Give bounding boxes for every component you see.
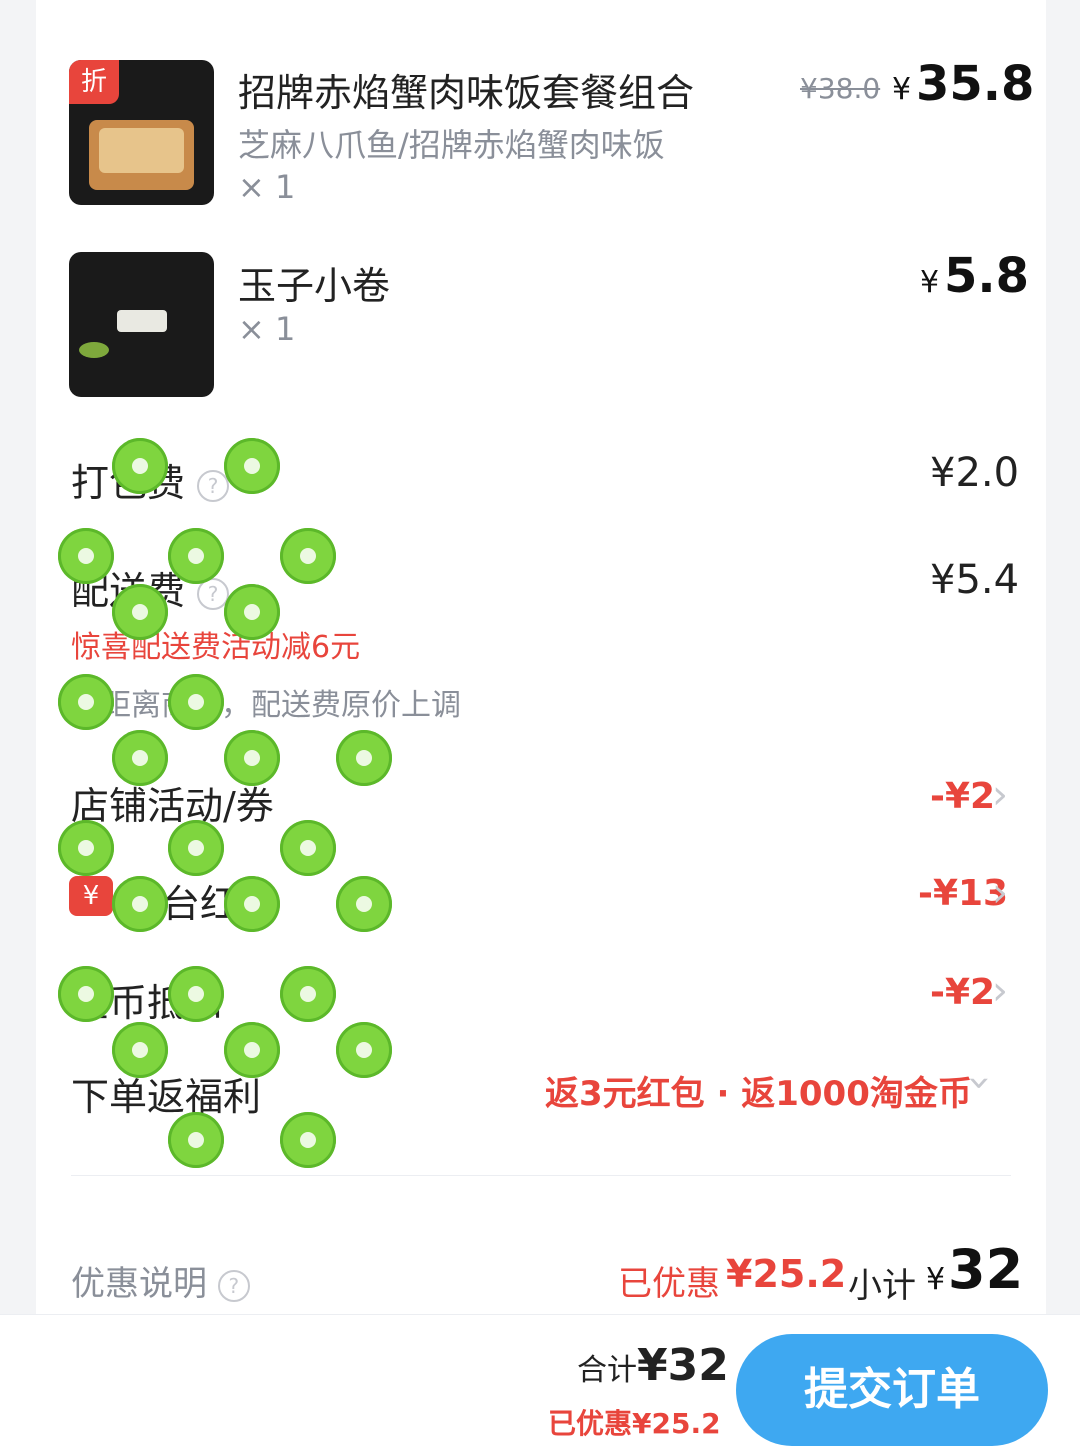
item-qty: × 1 <box>238 310 296 348</box>
item-image[interactable] <box>69 252 214 397</box>
chevron-right-icon[interactable]: › <box>992 870 1008 916</box>
total-value: ¥32 <box>637 1340 729 1391</box>
item-title: 玉子小卷 <box>238 264 391 308</box>
subtotal-yen: ¥ <box>926 1262 946 1297</box>
order-benefit-value[interactable]: 返3元红包 · 返1000淘金币 <box>545 1066 972 1115</box>
discount-explain[interactable]: 优惠说明 ? <box>71 1256 250 1305</box>
store-coupon-label: 店铺活动/券 <box>71 784 274 828</box>
packing-fee-value: ¥2.0 <box>930 450 1020 496</box>
subtotal-value: 32 <box>948 1238 1024 1301</box>
divider <box>71 1175 1011 1176</box>
help-icon[interactable]: ? <box>217 1269 250 1302</box>
store-coupon-value[interactable]: -¥2 <box>930 776 995 817</box>
delivery-promo: 惊喜配送费活动减6元 <box>71 630 361 665</box>
delivery-fee-value: ¥5.4 <box>930 557 1020 603</box>
packing-fee-label: 打包费 ? <box>71 452 230 507</box>
order-benefit-label: 下单返福利 <box>71 1075 262 1119</box>
discount-tag: 折 <box>69 60 119 104</box>
yen-symbol: ¥ <box>892 72 912 107</box>
item-price: 5.8 <box>944 248 1030 304</box>
footer-saved: 已优惠¥25.2 <box>548 1407 721 1440</box>
coin-deduct-value[interactable]: -¥2 <box>930 972 995 1013</box>
chevron-down-icon[interactable]: › <box>957 1075 1003 1091</box>
item-title: 招牌赤焰蟹肉味饭套餐组合 <box>238 71 695 115</box>
food-rice <box>99 128 184 173</box>
sushi-roll <box>117 310 167 332</box>
chevron-right-icon[interactable]: › <box>992 772 1008 818</box>
delivery-note: 因距离商家，配送费原价上调 <box>71 688 461 723</box>
subtotal-label: 小计 <box>848 1266 916 1306</box>
red-packet-icon: ¥ <box>69 876 113 916</box>
item-spec: 芝麻八爪鱼/招牌赤焰蟹肉味饭 <box>238 126 665 164</box>
yen-symbol: ¥ <box>920 265 940 300</box>
help-icon[interactable]: ? <box>197 577 230 610</box>
saved-value: ¥25.2 <box>726 1252 847 1296</box>
platform-redpacket-label: 平台红包 <box>124 882 277 926</box>
coin-deduct-label: 金币抵扣 <box>71 981 224 1025</box>
help-icon[interactable]: ? <box>197 469 230 502</box>
submit-order-button[interactable]: 提交订单 <box>736 1334 1048 1446</box>
item-qty: × 1 <box>238 168 296 206</box>
saved-label: 已优惠 <box>618 1264 720 1304</box>
chevron-right-icon[interactable]: › <box>992 968 1008 1014</box>
garnish <box>79 342 109 358</box>
total-label: 合计¥32 <box>577 1340 729 1391</box>
item-price: 35.8 <box>916 56 1035 112</box>
delivery-fee-label: 配送费 ? <box>71 560 230 615</box>
original-price: ¥38.0 <box>800 72 881 105</box>
